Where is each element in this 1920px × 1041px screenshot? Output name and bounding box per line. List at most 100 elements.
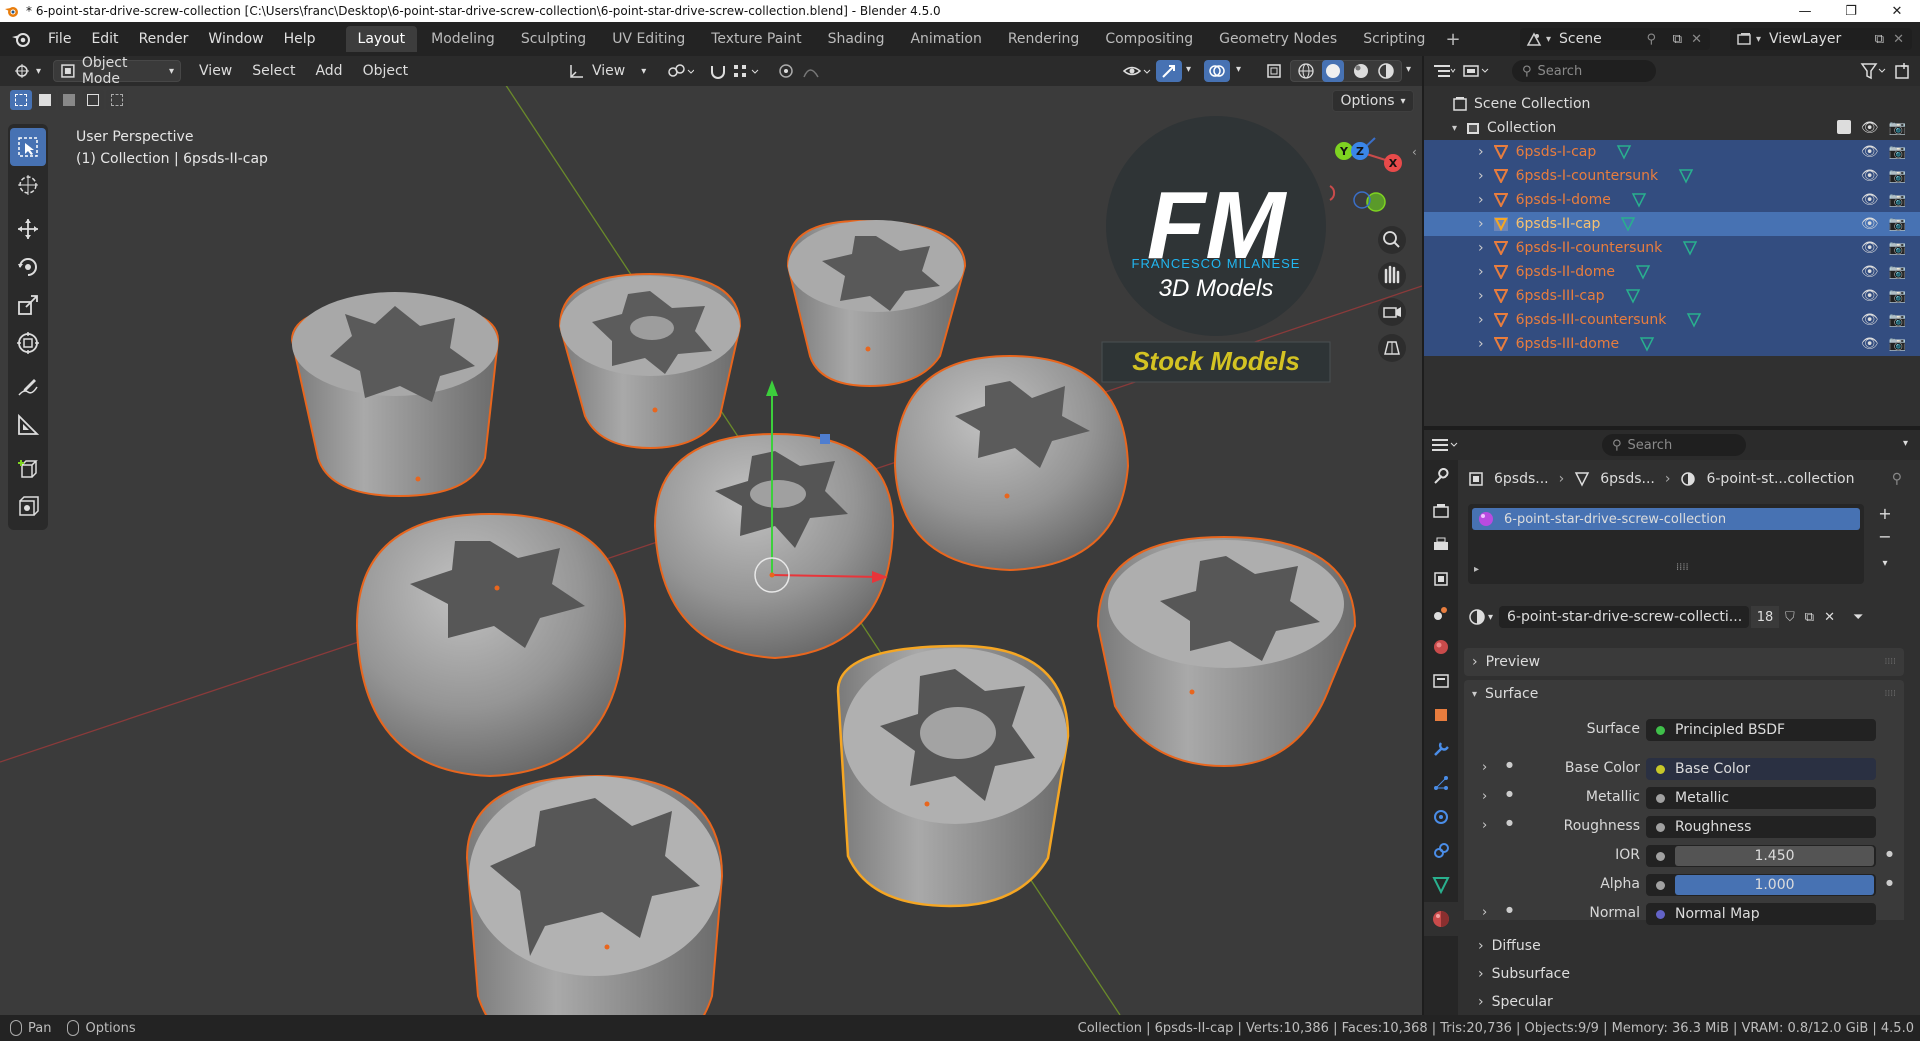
tab-collection[interactable] [1424, 664, 1458, 698]
section-subsurface[interactable]: › Subsurface [1464, 960, 1904, 988]
chevron-right-icon[interactable]: › [1482, 818, 1487, 833]
new-collection-icon[interactable] [1894, 62, 1912, 84]
navigation-gizmo[interactable]: X Y Z [1329, 137, 1402, 212]
object-6psds-i-countersunk[interactable] [290, 292, 500, 498]
base-color-field[interactable]: Base Color [1646, 758, 1876, 780]
viewport-scene[interactable]: FM FRANCESCO MILANESE 3D Models Stock Mo… [0, 86, 1422, 1015]
tab-particles[interactable] [1424, 766, 1458, 800]
section-preview[interactable]: › Preview ⁞⁞⁞⁞ [1464, 648, 1904, 676]
pin-icon[interactable]: ⚲ [1646, 32, 1656, 47]
chevron-down-icon[interactable]: ▾ [1452, 123, 1457, 134]
select-invert-icon[interactable] [82, 90, 104, 110]
chevron-down-icon[interactable]: ▾ [1882, 558, 1887, 569]
pan-hand-button[interactable] [1378, 262, 1406, 290]
camera-icon[interactable]: 📷 [1889, 144, 1906, 160]
tool-move[interactable] [8, 210, 48, 248]
camera-icon[interactable]: 📷 [1889, 168, 1906, 184]
keyframe-dot-icon[interactable]: ● [1506, 789, 1513, 798]
tab-material[interactable] [1424, 902, 1458, 936]
camera-icon[interactable]: 📷 [1889, 336, 1906, 352]
pivot-point-button[interactable] [660, 60, 700, 82]
editor-type-button[interactable]: ▾ [8, 60, 47, 82]
camera-icon[interactable]: 📷 [1889, 240, 1906, 256]
tab-render[interactable] [1424, 494, 1458, 528]
chevron-right-icon[interactable]: › [1482, 789, 1487, 804]
tab-compositing[interactable]: Compositing [1093, 26, 1205, 52]
material-selector[interactable]: ▾ 6-point-star-drive-screw-collecti... 1… [1468, 604, 1908, 630]
chevron-right-icon[interactable]: › [1478, 336, 1484, 352]
fake-user-shield-icon[interactable]: ⛉ [1785, 610, 1795, 625]
tab-texture-paint[interactable]: Texture Paint [699, 26, 813, 52]
checkbox-icon[interactable] [1836, 120, 1851, 134]
shading-mode-group[interactable] [1290, 60, 1402, 82]
chevron-down-icon[interactable]: ▾ [1186, 64, 1191, 75]
users-count[interactable]: 18 [1751, 606, 1780, 628]
outliner-item[interactable]: › 6psds-I-cap 👁 📷 [1424, 140, 1920, 164]
tab-tool[interactable] [1424, 460, 1458, 494]
tab-rendering[interactable]: Rendering [996, 26, 1092, 52]
roughness-field[interactable]: Roughness [1646, 816, 1876, 838]
keyframe-dot-icon[interactable]: ● [1506, 905, 1513, 914]
options-dropdown[interactable]: Options ▾ [1332, 90, 1414, 112]
resize-handle-icon[interactable]: ⁞⁞⁞⁞ [1676, 562, 1689, 573]
pin-icon[interactable]: ⚲ [1892, 471, 1902, 487]
perspective-toggle-button[interactable] [1378, 334, 1406, 362]
ior-field[interactable]: 1.450 [1646, 845, 1876, 867]
outliner-item[interactable]: › 6psds-III-dome 👁 📷 [1424, 332, 1920, 356]
alpha-slider[interactable]: 1.000 [1675, 875, 1874, 895]
chevron-right-icon[interactable]: › [1478, 168, 1484, 184]
tab-sculpting[interactable]: Sculpting [509, 26, 598, 52]
wireframe-shading-icon[interactable] [1297, 62, 1315, 80]
chevron-down-icon[interactable]: ▾ [1406, 64, 1411, 75]
scene-selector[interactable]: ▾ Scene ⚲ ⧉ ✕ [1520, 28, 1710, 50]
add-workspace-button[interactable]: + [1439, 29, 1466, 50]
camera-icon[interactable]: 📷 [1889, 288, 1906, 304]
keyframe-dot-icon[interactable]: ● [1506, 760, 1513, 769]
tool-extra[interactable] [8, 488, 48, 526]
chevron-down-icon[interactable]: ▾ [1903, 438, 1908, 449]
outliner-item[interactable]: › 6psds-I-countersunk 👁 📷 [1424, 164, 1920, 188]
section-surface[interactable]: ▾ Surface ⁞⁞⁞⁞ [1464, 680, 1904, 708]
menu-edit[interactable]: Edit [81, 31, 128, 47]
menu-file[interactable]: File [38, 31, 81, 47]
browse-material-icon[interactable] [1468, 608, 1486, 626]
ior-slider[interactable]: 1.450 [1675, 846, 1874, 866]
outliner-item-active[interactable]: › 6psds-II-cap 👁 📷 [1424, 212, 1920, 236]
tab-world[interactable] [1424, 630, 1458, 664]
outliner-search[interactable]: ⚲ Search [1512, 60, 1656, 82]
tool-add-cube[interactable] [8, 450, 48, 488]
outliner-item[interactable]: › 6psds-III-cap 👁 📷 [1424, 284, 1920, 308]
tab-geometry-nodes[interactable]: Geometry Nodes [1207, 26, 1349, 52]
chevron-right-icon[interactable]: › [1478, 312, 1484, 328]
chevron-down-icon[interactable]: ▾ [1236, 64, 1241, 75]
object-6psds-iii-cap[interactable] [836, 644, 1070, 908]
tool-rotate[interactable] [8, 248, 48, 286]
xray-toggle[interactable] [1260, 60, 1288, 82]
material-slots-list[interactable]: 6-point-star-drive-screw-collection ▸ ⁞⁞… [1468, 504, 1864, 584]
overlays-toggle[interactable] [1204, 60, 1230, 82]
object-6psds-i-cap[interactable] [465, 774, 724, 1015]
tab-data[interactable] [1424, 868, 1458, 902]
outliner-item[interactable]: › 6psds-III-countersunk 👁 📷 [1424, 308, 1920, 332]
object-6psds-ii-cap[interactable] [1096, 535, 1357, 768]
gizmo-toggle[interactable] [1156, 60, 1182, 82]
viewlayer-selector[interactable]: ▾ ViewLayer ⧉ ✕ [1730, 28, 1912, 50]
visibility-dropdown[interactable] [1116, 60, 1158, 82]
properties-editor-type[interactable] [1428, 438, 1462, 452]
material-slot-item[interactable]: 6-point-star-drive-screw-collection [1472, 508, 1860, 530]
tool-cursor[interactable] [8, 166, 48, 204]
select-extend-icon[interactable] [34, 90, 56, 110]
material-shading-icon[interactable] [1352, 62, 1370, 80]
surface-field[interactable]: Principled BSDF [1646, 719, 1876, 741]
tab-view-layer[interactable] [1424, 562, 1458, 596]
tool-scale[interactable] [8, 286, 48, 324]
solid-shading-icon[interactable] [1322, 60, 1345, 82]
camera-icon[interactable]: 📷 [1889, 120, 1906, 136]
outliner-scene-collection[interactable]: Scene Collection [1424, 92, 1920, 116]
maximize-button[interactable]: ❐ [1828, 0, 1874, 22]
eye-icon[interactable]: 👁 [1861, 312, 1879, 328]
camera-icon[interactable]: 📷 [1889, 216, 1906, 232]
tab-modifiers[interactable] [1424, 732, 1458, 766]
outliner-item[interactable]: › 6psds-II-dome 👁 📷 [1424, 260, 1920, 284]
menu-render[interactable]: Render [129, 31, 199, 47]
